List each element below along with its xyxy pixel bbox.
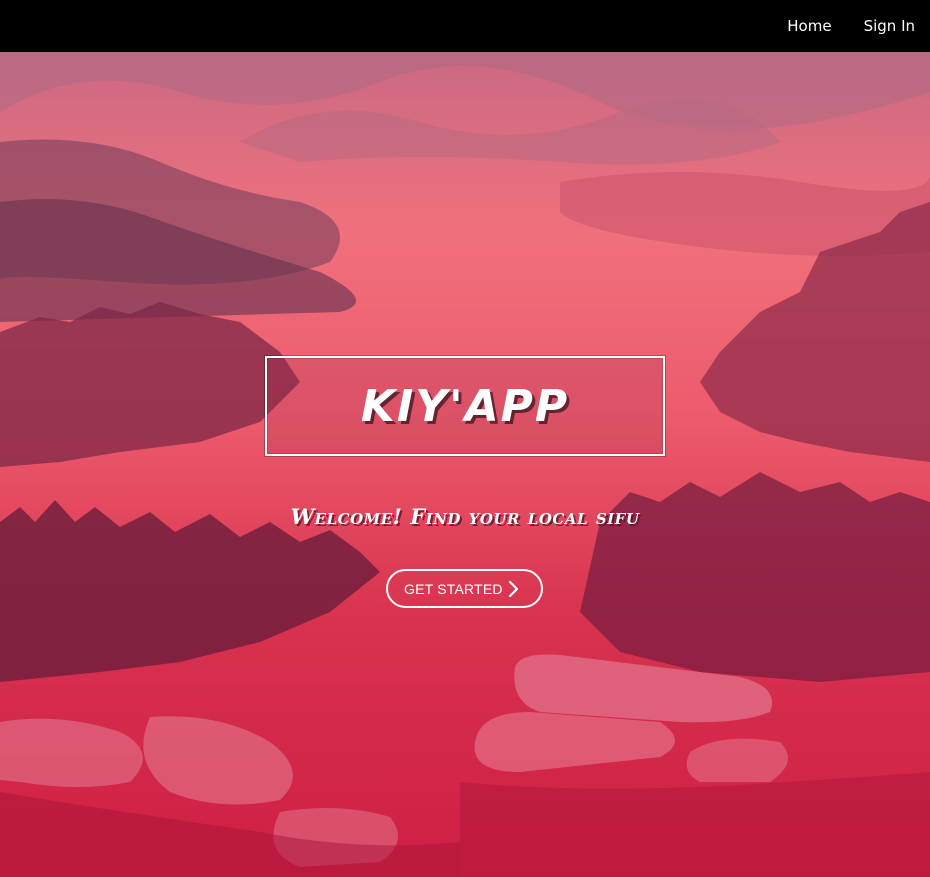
hero-section: KIY'APP Welcome! Find your local sifu GE… — [0, 52, 930, 877]
get-started-button[interactable]: GET STARTED — [386, 569, 543, 608]
chevron-right-icon — [508, 580, 519, 598]
app-title: KIY'APP — [360, 380, 570, 432]
landscape-background-image — [0, 52, 930, 877]
nav-sign-in-link[interactable]: Sign In — [864, 17, 915, 35]
get-started-label: GET STARTED — [404, 580, 503, 597]
nav-home-link[interactable]: Home — [787, 17, 831, 35]
top-navbar: Home Sign In — [0, 0, 930, 52]
app-title-box: KIY'APP — [265, 356, 665, 456]
hero-tagline: Welcome! Find your local sifu — [290, 504, 640, 529]
